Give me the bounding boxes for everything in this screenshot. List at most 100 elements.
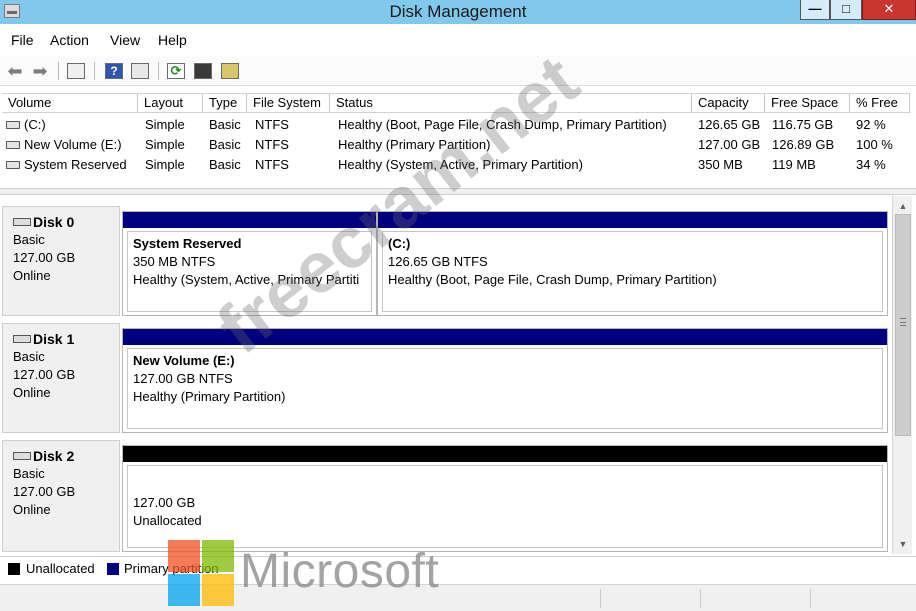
cell-layout: Simple: [145, 157, 185, 172]
cell-volume: System Reserved: [24, 157, 127, 172]
cell-type: Basic: [209, 137, 241, 152]
cell-percent-free: 34 %: [856, 157, 886, 172]
disk-size: 127.00 GB: [13, 484, 76, 499]
toolbar: ⬅ ➡ ? ⟳: [0, 56, 916, 86]
status-panel: [600, 589, 601, 608]
help-icon[interactable]: ?: [102, 60, 126, 82]
close-button[interactable]: ✕: [862, 0, 916, 20]
disk-info[interactable]: Disk 1 Basic 127.00 GB Online: [2, 323, 120, 433]
disk-icon: [13, 218, 31, 226]
cell-volume: New Volume (E:): [24, 137, 122, 152]
vertical-scrollbar[interactable]: ▲ ▼: [892, 196, 912, 554]
disk-name: Disk 0: [33, 214, 75, 230]
volume-icon: [6, 161, 20, 169]
partition-size: 126.65 GB NTFS: [388, 254, 488, 269]
cell-capacity: 126.65 GB: [698, 117, 761, 132]
disk-type: Basic: [13, 466, 45, 481]
disk-state: Online: [13, 502, 51, 517]
scroll-down-button[interactable]: ▼: [895, 536, 911, 552]
menu-file[interactable]: File: [11, 32, 34, 48]
properties-icon[interactable]: [191, 60, 215, 82]
cell-free-space: 119 MB: [772, 157, 816, 172]
column-volume[interactable]: Volume: [2, 94, 138, 113]
partition-bar: [378, 212, 887, 228]
disk-icon: [13, 452, 31, 460]
microsoft-logo-text: Microsoft: [240, 545, 440, 598]
disk-icon: [13, 335, 31, 343]
volume-icon: [6, 121, 20, 129]
disk-state: Online: [13, 268, 51, 283]
cell-layout: Simple: [145, 117, 185, 132]
partition-size: 127.00 GB NTFS: [133, 371, 233, 386]
cell-free-space: 126.89 GB: [772, 137, 835, 152]
action-pane-icon[interactable]: [128, 60, 152, 82]
partition-status: Healthy (Boot, Page File, Crash Dump, Pr…: [388, 272, 717, 287]
cell-volume: (C:): [24, 117, 46, 132]
scroll-up-button[interactable]: ▲: [895, 198, 911, 214]
cell-file-system: NTFS: [255, 117, 289, 132]
disk-row: Disk 0 Basic 127.00 GB Online System Res…: [2, 206, 890, 316]
column-file-system[interactable]: File System: [247, 94, 330, 113]
disk-type: Basic: [13, 349, 45, 364]
disk-row: Disk 2 Basic 127.00 GB Online 127.00 GB …: [2, 440, 890, 552]
forward-arrow-icon[interactable]: ➡: [28, 60, 52, 82]
maximize-button[interactable]: □: [830, 0, 862, 20]
status-panel: [700, 589, 701, 608]
rescan-disks-icon[interactable]: [218, 60, 242, 82]
disk-size: 127.00 GB: [13, 367, 76, 382]
cell-capacity: 127.00 GB: [698, 137, 761, 152]
partition-size: 127.00 GB: [133, 495, 196, 510]
disk-info[interactable]: Disk 2 Basic 127.00 GB Online: [2, 440, 120, 552]
disk-graphical-view: Disk 0 Basic 127.00 GB Online System Res…: [0, 196, 892, 554]
refresh-icon[interactable]: ⟳: [164, 60, 188, 82]
cell-capacity: 350 MB: [698, 157, 743, 172]
partition-c-drive[interactable]: (C:) 126.65 GB NTFS Healthy (Boot, Page …: [377, 211, 888, 316]
legend-swatch-primary: [107, 563, 119, 575]
cell-free-space: 116.75 GB: [772, 117, 834, 132]
cell-percent-free: 92 %: [856, 117, 886, 132]
disk-type: Basic: [13, 232, 45, 247]
microsoft-logo: [168, 540, 234, 606]
window-title: Disk Management: [389, 2, 527, 21]
partition-name: (C:): [388, 236, 411, 251]
cell-type: Basic: [209, 117, 241, 132]
cell-type: Basic: [209, 157, 241, 172]
cell-percent-free: 100 %: [856, 137, 893, 152]
legend-swatch-unallocated: [8, 563, 20, 575]
cell-file-system: NTFS: [255, 137, 289, 152]
legend-label-unallocated: Unallocated: [26, 561, 95, 576]
menu-help[interactable]: Help: [158, 32, 187, 48]
toolbar-separator: [94, 62, 95, 80]
partition-status: Healthy (Primary Partition): [133, 389, 286, 404]
toolbar-separator: [158, 62, 159, 80]
console-tree-icon[interactable]: [64, 60, 88, 82]
status-bar: [0, 584, 916, 611]
back-arrow-icon[interactable]: ⬅: [3, 60, 27, 82]
disk-row: Disk 1 Basic 127.00 GB Online New Volume…: [2, 323, 890, 433]
disk-name: Disk 2: [33, 448, 75, 464]
column-type[interactable]: Type: [203, 94, 247, 113]
column-layout[interactable]: Layout: [138, 94, 203, 113]
volume-icon: [6, 141, 20, 149]
title-bar: Disk Management — □ ✕: [0, 0, 916, 24]
minimize-button[interactable]: —: [800, 0, 830, 20]
cell-layout: Simple: [145, 137, 185, 152]
column-percent-free[interactable]: % Free: [850, 94, 910, 113]
cell-file-system: NTFS: [255, 157, 289, 172]
menu-action[interactable]: Action: [50, 32, 89, 48]
menu-view[interactable]: View: [110, 32, 140, 48]
menu-bar: File Action View Help: [0, 24, 916, 56]
partition-bar: [123, 446, 887, 462]
disk-state: Online: [13, 385, 51, 400]
scroll-thumb[interactable]: [895, 214, 911, 436]
status-panel: [810, 589, 811, 608]
column-capacity[interactable]: Capacity: [692, 94, 765, 113]
column-free-space[interactable]: Free Space: [765, 94, 850, 113]
disk-info[interactable]: Disk 0 Basic 127.00 GB Online: [2, 206, 120, 316]
partition-unallocated[interactable]: 127.00 GB Unallocated: [122, 445, 888, 552]
disk-name: Disk 1: [33, 331, 75, 347]
legend: Unallocated Primary partition: [0, 556, 916, 581]
toolbar-separator: [58, 62, 59, 80]
partition-status: Unallocated: [133, 513, 202, 528]
grip-icon: [900, 318, 906, 326]
